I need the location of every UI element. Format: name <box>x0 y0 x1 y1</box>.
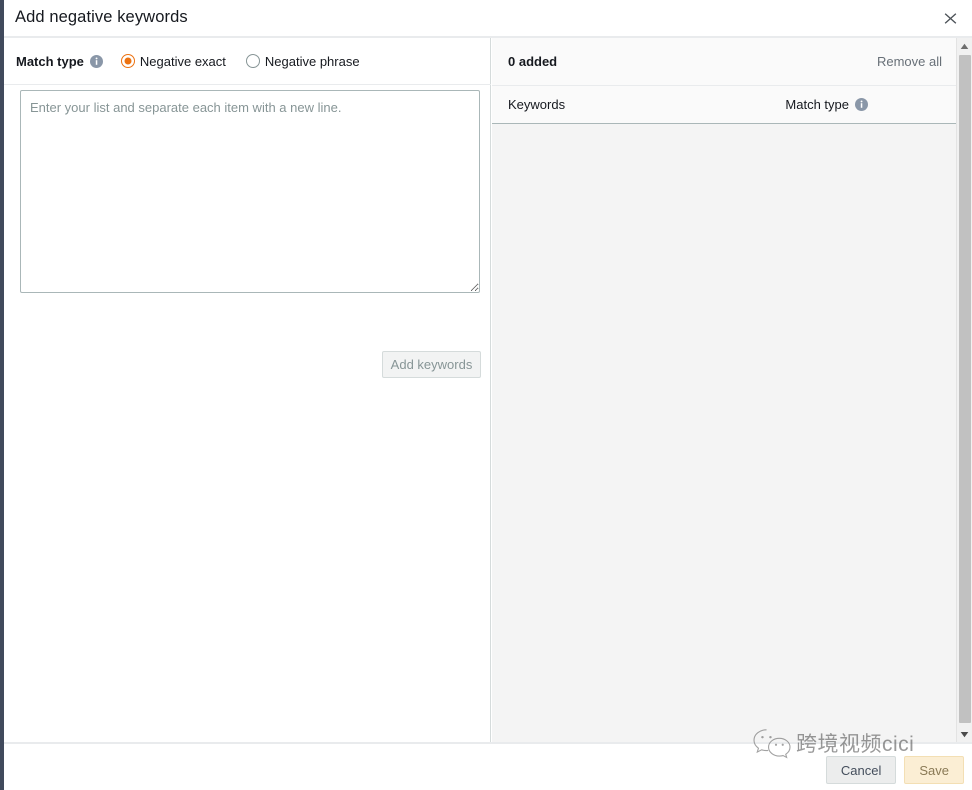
keyword-entry-pane: Match type Negative exact Negative phras… <box>4 38 491 742</box>
scroll-up-icon[interactable] <box>957 38 972 54</box>
match-type-radio-group: Negative exact Negative phrase <box>120 53 380 69</box>
scroll-up-icon-glyph <box>960 43 969 49</box>
added-keywords-pane: 0 added Remove all Keywords Match type <box>492 38 956 742</box>
modal-header: Add negative keywords <box>4 0 972 36</box>
info-icon[interactable] <box>855 98 868 111</box>
save-button[interactable]: Save <box>904 756 964 784</box>
page-title: Add negative keywords <box>15 8 188 26</box>
scroll-down-icon-glyph <box>960 731 969 737</box>
scroll-down-icon[interactable] <box>957 726 972 742</box>
radio-negative-exact-dot <box>120 54 135 68</box>
modal-footer: Cancel Save <box>4 744 972 790</box>
add-keywords-button[interactable]: Add keywords <box>382 351 481 378</box>
column-header-match-type-label: Match type <box>785 97 849 112</box>
radio-negative-phrase[interactable]: Negative phrase <box>245 53 360 69</box>
match-type-row: Match type Negative exact Negative phras… <box>4 38 491 85</box>
column-header-match-type: Match type <box>785 97 868 112</box>
close-icon[interactable] <box>936 4 964 32</box>
info-icon[interactable] <box>89 54 103 68</box>
radio-negative-exact-label: Negative exact <box>139 53 226 69</box>
keyword-list-input[interactable] <box>20 90 480 293</box>
match-type-label: Match type <box>16 53 84 69</box>
info-icon-glyph <box>855 98 868 111</box>
added-summary-bar: 0 added Remove all <box>492 38 956 86</box>
vertical-scrollbar[interactable] <box>956 38 972 742</box>
radio-negative-phrase-label: Negative phrase <box>264 53 360 69</box>
cancel-button[interactable]: Cancel <box>825 756 897 784</box>
info-icon-glyph <box>89 54 103 68</box>
footer-actions: Cancel Save <box>825 756 964 784</box>
modal-body: Match type Negative exact Negative phras… <box>4 38 972 742</box>
radio-negative-phrase-dot <box>245 54 260 68</box>
added-count: 0 added <box>508 54 558 69</box>
added-keywords-table-header: Keywords Match type <box>492 86 956 124</box>
remove-all-link[interactable]: Remove all <box>877 54 942 69</box>
scrollbar-thumb[interactable] <box>959 55 971 723</box>
radio-negative-exact[interactable]: Negative exact <box>120 53 226 69</box>
added-keywords-table-body <box>492 124 956 742</box>
close-icon-glyph <box>944 12 956 24</box>
column-header-keywords: Keywords <box>508 97 566 112</box>
